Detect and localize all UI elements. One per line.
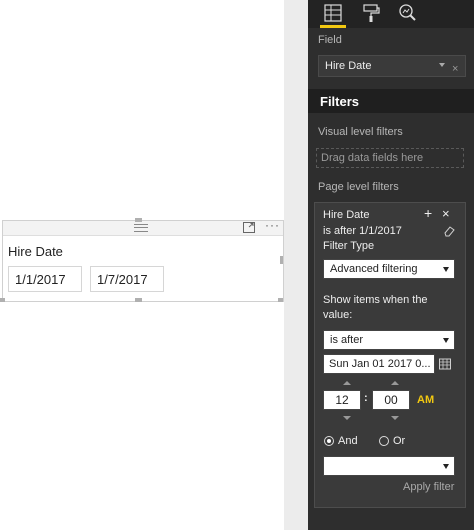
- filter-summary: is after 1/1/2017: [323, 225, 402, 237]
- hire-date-filter-card: Hire Date + × is after 1/1/2017 Filter T…: [314, 202, 466, 508]
- resize-handle-bottom-right[interactable]: [278, 298, 283, 302]
- ampm-toggle[interactable]: AM: [417, 394, 434, 406]
- second-condition-select[interactable]: [323, 456, 455, 476]
- resize-handle-top[interactable]: [135, 218, 142, 222]
- hour-down-icon[interactable]: [343, 416, 351, 420]
- start-date-input[interactable]: 1/1/2017: [8, 266, 82, 292]
- date-input[interactable]: Sun Jan 01 2017 0...: [323, 354, 435, 374]
- chevron-down-icon[interactable]: [439, 63, 445, 67]
- or-radio[interactable]: [379, 436, 389, 446]
- close-icon[interactable]: ×: [442, 206, 450, 221]
- or-label: Or: [393, 435, 406, 447]
- resize-handle-bottom-left[interactable]: [0, 298, 5, 302]
- slicer-title: Hire Date: [8, 244, 63, 259]
- field-label: Field: [318, 34, 342, 46]
- resize-handle-right[interactable]: [280, 256, 283, 264]
- filter-type-value: Advanced filtering: [330, 263, 418, 275]
- minute-up-icon[interactable]: [391, 381, 399, 385]
- show-items-label-2: value:: [323, 309, 353, 321]
- visual-filters-drop-zone[interactable]: Drag data fields here: [316, 148, 464, 168]
- chevron-down-icon: [443, 464, 449, 469]
- end-date-input[interactable]: 1/7/2017: [90, 266, 164, 292]
- apply-filter-button[interactable]: Apply filter: [403, 481, 454, 493]
- drag-grip-icon[interactable]: [134, 224, 148, 232]
- focus-mode-icon[interactable]: [243, 222, 255, 233]
- time-separator: :: [364, 392, 368, 404]
- format-paint-roller-icon[interactable]: [360, 2, 382, 24]
- resize-handle-bottom[interactable]: [135, 298, 142, 302]
- condition-value: is after: [330, 334, 364, 346]
- date-value: Sun Jan 01 2017 0...: [329, 358, 431, 370]
- minute-input[interactable]: 00: [372, 390, 410, 410]
- report-canvas: ··· Hire Date 1/1/2017 1/7/2017: [0, 0, 284, 530]
- calendar-icon[interactable]: [439, 358, 451, 370]
- filter-type-select[interactable]: Advanced filtering: [323, 259, 455, 279]
- canvas-gutter: [284, 0, 308, 530]
- hour-up-icon[interactable]: [343, 381, 351, 385]
- chevron-down-icon: [443, 338, 449, 343]
- filters-title: Filters: [320, 94, 360, 109]
- condition-select[interactable]: is after: [323, 330, 455, 350]
- visualizations-pane: Field Hire Date × Filters Visual level f…: [308, 0, 474, 530]
- page-level-filters-label: Page level filters: [318, 181, 399, 193]
- minute-down-icon[interactable]: [391, 416, 399, 420]
- fields-icon[interactable]: [322, 2, 344, 24]
- chevron-down-icon: [443, 267, 449, 272]
- more-options-icon[interactable]: ···: [265, 218, 280, 232]
- add-icon[interactable]: +: [424, 205, 432, 221]
- visual-level-filters-label: Visual level filters: [318, 126, 403, 138]
- filter-field-name: Hire Date: [323, 209, 370, 221]
- pane-toolbar: [308, 0, 474, 28]
- field-well-value: Hire Date: [325, 60, 372, 72]
- and-radio[interactable]: [324, 436, 334, 446]
- show-items-label: Show items when the: [323, 294, 428, 306]
- eraser-icon[interactable]: [443, 225, 455, 237]
- filter-type-label: Filter Type: [323, 240, 375, 252]
- field-well[interactable]: Hire Date ×: [318, 55, 466, 77]
- remove-field-icon[interactable]: ×: [452, 59, 458, 79]
- visual-header: ···: [3, 218, 283, 236]
- drop-zone-placeholder: Drag data fields here: [321, 152, 424, 164]
- active-tab-indicator: [320, 25, 346, 28]
- and-label: And: [338, 435, 358, 447]
- analytics-magnifier-icon[interactable]: [396, 2, 418, 24]
- filters-header: Filters: [308, 89, 474, 113]
- hour-input[interactable]: 12: [323, 390, 361, 410]
- date-slicer-visual[interactable]: ··· Hire Date 1/1/2017 1/7/2017: [2, 218, 284, 302]
